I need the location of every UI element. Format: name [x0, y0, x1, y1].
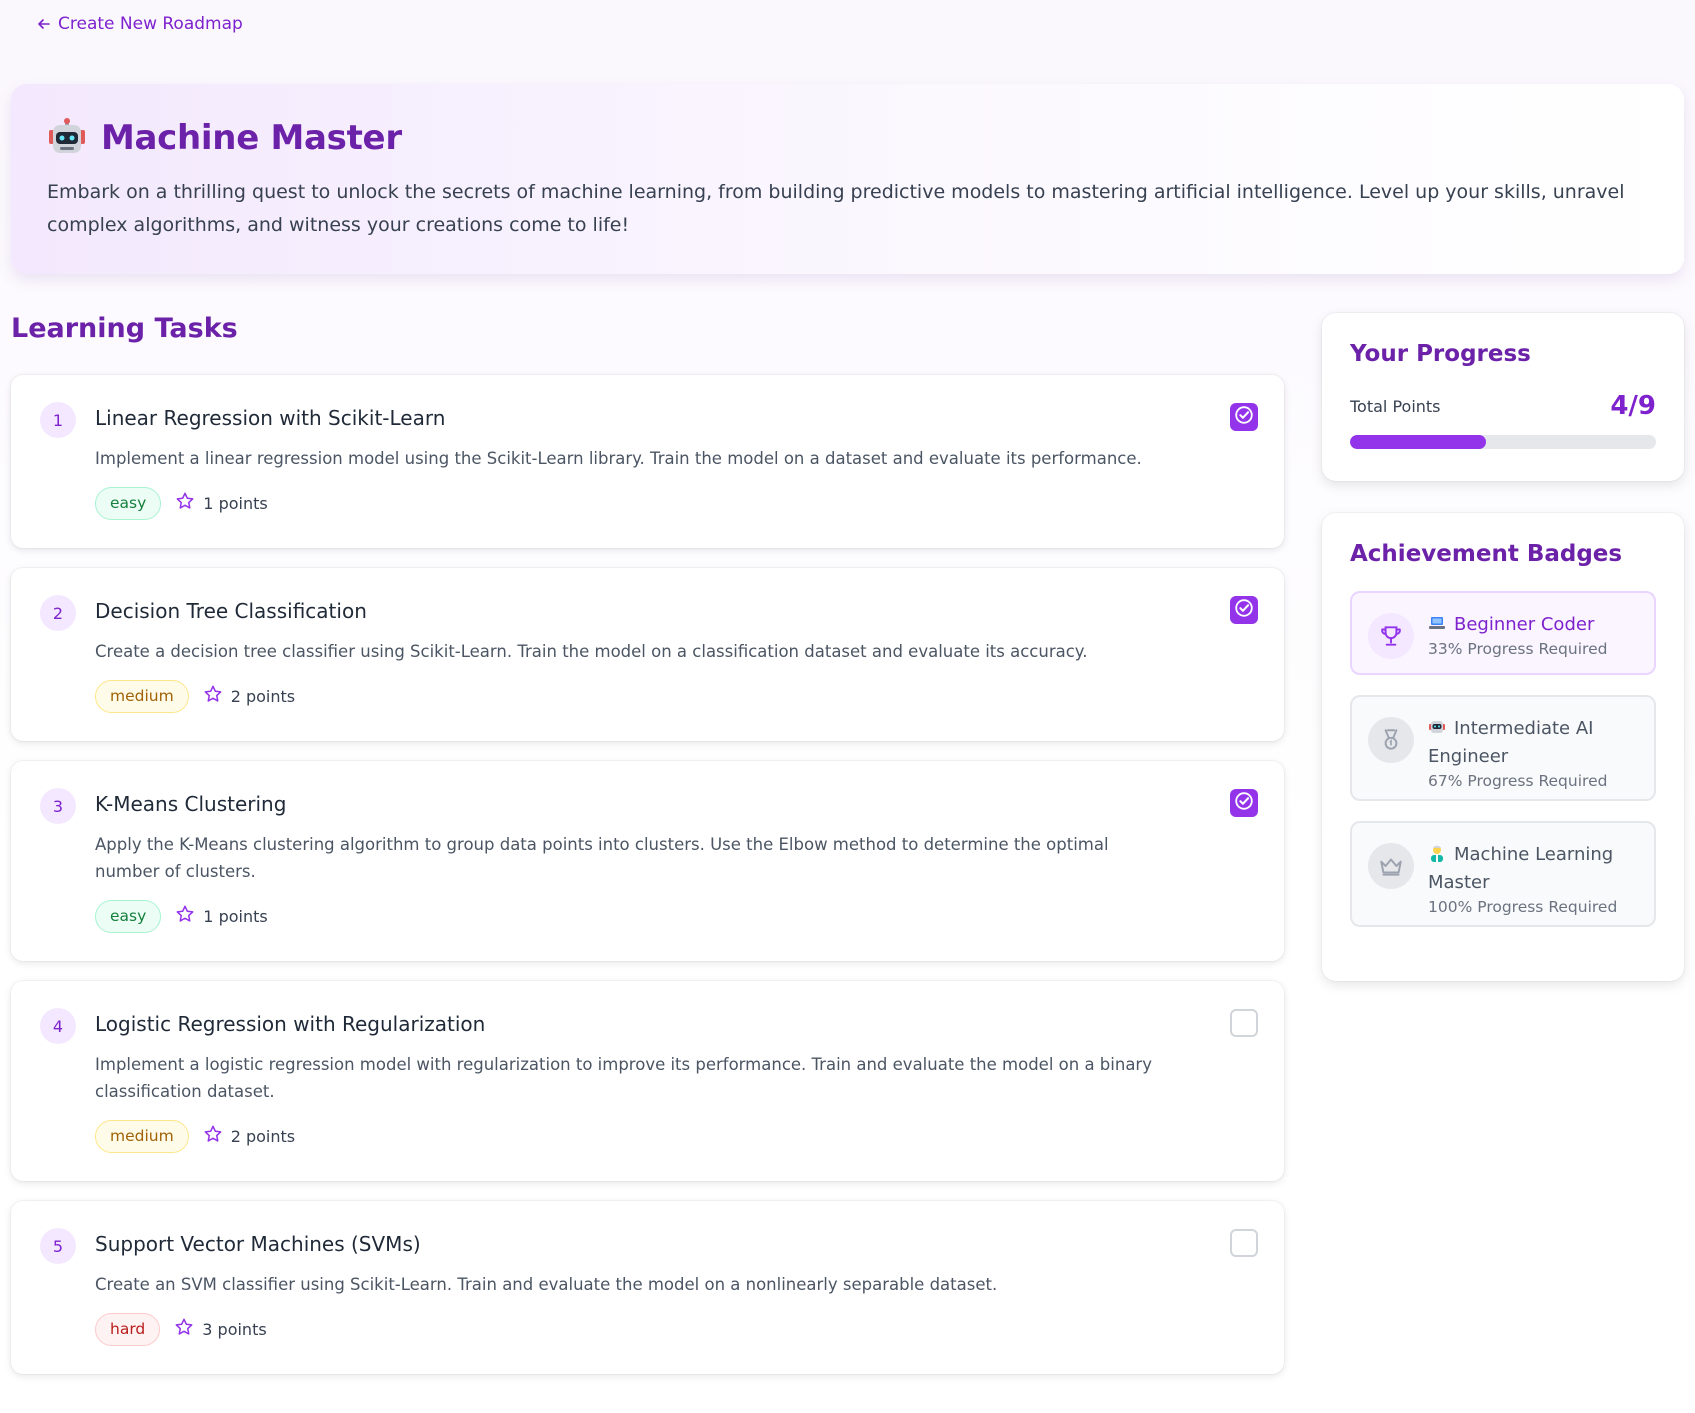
- roadmap-title: Machine Master: [101, 118, 402, 158]
- achievement-badge: Intermediate AI Engineer 67% Progress Re…: [1350, 695, 1656, 801]
- achievement-name: Intermediate AI Engineer: [1428, 715, 1638, 771]
- task-number: 3: [40, 788, 76, 824]
- achievement-requirement: 67% Progress Required: [1428, 772, 1608, 790]
- medal-icon: [1368, 717, 1414, 763]
- star-icon: [175, 491, 195, 515]
- difficulty-badge: medium: [95, 679, 189, 713]
- achievement-badge: Beginner Coder 33% Progress Required: [1350, 591, 1656, 675]
- task-list: 1 Linear Regression with Scikit-Learn Im…: [11, 375, 1284, 1394]
- task-title: K-Means Clustering: [95, 792, 287, 816]
- progress-bar: [1350, 435, 1656, 449]
- progress-panel: Your Progress Total Points 4/9: [1322, 313, 1684, 481]
- task-description: Create an SVM classifier using Scikit-Le…: [95, 1275, 998, 1294]
- task-points: 2 points: [203, 1124, 295, 1148]
- task-title: Decision Tree Classification: [95, 599, 367, 623]
- task-number: 2: [40, 595, 76, 631]
- difficulty-badge: easy: [95, 899, 162, 933]
- achievement-requirement: 100% Progress Required: [1428, 898, 1618, 916]
- task-points: 1 points: [175, 904, 268, 928]
- roadmap-header-card: Machine Master Embark on a thrilling que…: [11, 84, 1684, 274]
- task-description: Apply the K-Means clustering algorithm t…: [95, 835, 1109, 881]
- task-card: 2 Decision Tree Classification Create a …: [11, 568, 1284, 741]
- total-points-label: Total Points: [1350, 396, 1441, 416]
- task-complete-checkbox[interactable]: [1230, 789, 1258, 817]
- back-to-create-roadmap-link[interactable]: Create New Roadmap: [38, 14, 243, 34]
- task-description: Create a decision tree classifier using …: [95, 642, 1088, 661]
- achievement-badge: Machine Learning Master 100% Progress Re…: [1350, 821, 1656, 927]
- progress-heading: Your Progress: [1350, 341, 1531, 367]
- task-points-label: 2 points: [230, 686, 296, 706]
- achievement-requirement: 33% Progress Required: [1428, 640, 1608, 658]
- learning-tasks-heading: Learning Tasks: [11, 313, 238, 344]
- star-icon: [203, 684, 223, 708]
- achievement-list: Beginner Coder 33% Progress Required Int…: [1350, 591, 1656, 927]
- trophy-icon: [1368, 613, 1414, 659]
- star-icon: [175, 904, 195, 928]
- total-points-value: 4/9: [1610, 391, 1656, 421]
- robot-face-icon: [1428, 717, 1446, 735]
- achievement-name: Beginner Coder: [1428, 611, 1607, 639]
- task-points-label: 1 points: [203, 906, 268, 926]
- achievement-name-label: Machine Learning Master: [1428, 844, 1614, 893]
- task-complete-checkbox[interactable]: [1230, 596, 1258, 624]
- task-title: Linear Regression with Scikit-Learn: [95, 406, 446, 430]
- task-complete-checkbox[interactable]: [1230, 403, 1258, 431]
- check-icon: [1233, 404, 1255, 430]
- task-card: 4 Logistic Regression with Regularizatio…: [11, 981, 1284, 1181]
- achievement-name-label: Beginner Coder: [1454, 614, 1595, 635]
- task-title: Logistic Regression with Regularization: [95, 1012, 486, 1036]
- task-number: 1: [40, 402, 76, 438]
- achievement-badges-panel: Achievement Badges Beginner Coder 33% Pr…: [1322, 513, 1684, 981]
- task-description: Implement a linear regression model usin…: [95, 449, 1142, 468]
- task-number: 4: [40, 1008, 76, 1044]
- task-title: Support Vector Machines (SVMs): [95, 1232, 421, 1256]
- scientist-icon: [1428, 843, 1446, 862]
- task-description: Implement a logistic regression model wi…: [95, 1055, 1152, 1101]
- task-complete-checkbox[interactable]: [1230, 1009, 1258, 1037]
- arrow-left-icon: [38, 14, 50, 34]
- roadmap-description: Embark on a thrilling quest to unlock th…: [47, 181, 1625, 236]
- crown-icon: [1368, 843, 1414, 889]
- achievement-badges-heading: Achievement Badges: [1350, 541, 1623, 567]
- task-card: 5 Support Vector Machines (SVMs) Create …: [11, 1201, 1284, 1374]
- task-points-label: 2 points: [230, 1126, 296, 1146]
- achievement-name-label: Intermediate AI Engineer: [1428, 718, 1594, 767]
- task-card: 1 Linear Regression with Scikit-Learn Im…: [11, 375, 1284, 548]
- task-card: 3 K-Means Clustering Apply the K-Means c…: [11, 761, 1284, 961]
- laptop-icon: [1428, 613, 1446, 631]
- check-icon: [1233, 790, 1255, 816]
- robot-face-icon: [47, 118, 87, 158]
- task-points-label: 1 points: [203, 493, 268, 513]
- check-icon: [1233, 597, 1255, 623]
- progress-bar-fill: [1350, 435, 1486, 449]
- task-points-label: 3 points: [202, 1319, 267, 1339]
- task-number: 5: [40, 1228, 76, 1264]
- star-icon: [203, 1124, 223, 1148]
- task-complete-checkbox[interactable]: [1230, 1229, 1258, 1257]
- star-icon: [174, 1317, 194, 1341]
- task-points: 1 points: [175, 491, 268, 515]
- achievement-name: Machine Learning Master: [1428, 841, 1638, 897]
- difficulty-badge: medium: [95, 1119, 189, 1153]
- back-link-label: Create New Roadmap: [58, 14, 243, 34]
- task-points: 2 points: [203, 684, 295, 708]
- difficulty-badge: easy: [95, 486, 162, 520]
- difficulty-badge: hard: [95, 1312, 161, 1346]
- task-points: 3 points: [174, 1317, 267, 1341]
